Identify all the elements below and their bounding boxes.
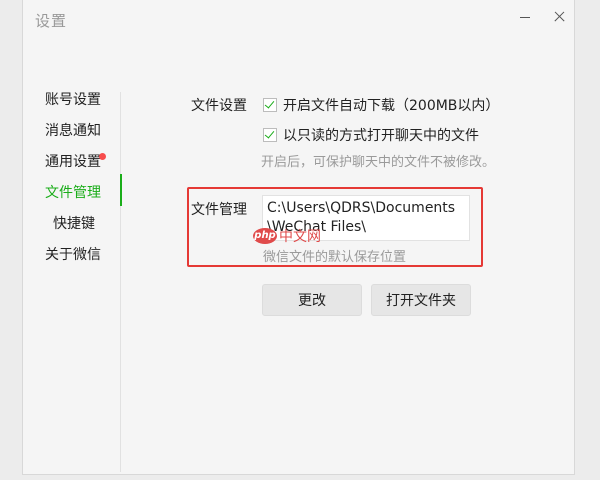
file-settings-label: 文件设置 — [191, 98, 247, 114]
auto-download-label: 开启文件自动下载（200MB以内） — [283, 98, 500, 114]
read-only-checkbox[interactable]: 以只读的方式打开聊天中的文件 — [263, 125, 479, 145]
sidebar-item-shortcuts[interactable]: 快捷键 — [23, 209, 121, 240]
save-path-hint: 微信文件的默认保存位置 — [263, 250, 407, 265]
open-folder-button[interactable]: 打开文件夹 — [371, 284, 471, 316]
sidebar-item-file-management[interactable]: 文件管理 — [23, 178, 121, 209]
sidebar-item-label: 消息通知 — [45, 123, 101, 139]
sidebar-item-general[interactable]: 通用设置 — [23, 147, 121, 178]
sidebar-item-label: 通用设置 — [45, 154, 101, 170]
read-only-label: 以只读的方式打开聊天中的文件 — [283, 128, 479, 144]
minimize-icon[interactable] — [512, 4, 538, 30]
notification-dot-icon — [99, 153, 106, 160]
sidebar-item-label: 账号设置 — [45, 92, 101, 108]
change-button[interactable]: 更改 — [262, 284, 362, 316]
settings-sidebar: 账号设置 消息通知 通用设置 文件管理 快捷键 关于微信 — [23, 85, 121, 271]
sidebar-item-about[interactable]: 关于微信 — [23, 240, 121, 271]
sidebar-item-label: 关于微信 — [45, 247, 101, 263]
active-indicator — [120, 174, 122, 206]
file-management-label: 文件管理 — [191, 202, 247, 218]
auto-download-checkbox[interactable]: 开启文件自动下载（200MB以内） — [263, 95, 499, 115]
checkbox-checked-icon[interactable] — [263, 98, 277, 112]
file-settings-hint: 开启后，可保护聊天中的文件不被修改。 — [261, 155, 496, 170]
sidebar-item-account[interactable]: 账号设置 — [23, 85, 121, 116]
sidebar-item-label: 快捷键 — [53, 216, 95, 232]
close-icon[interactable] — [546, 4, 572, 30]
sidebar-item-label: 文件管理 — [45, 185, 101, 201]
settings-window: 设置 账号设置 消息通知 通用设置 文件管理 快捷键 关于微信 文件设置 开启文… — [22, 0, 575, 475]
sidebar-item-notifications[interactable]: 消息通知 — [23, 116, 121, 147]
save-path-field[interactable]: C:\Users\QDRS\Documents\WeChat Files\ — [262, 195, 470, 241]
window-title: 设置 — [35, 12, 68, 30]
checkbox-checked-icon[interactable] — [263, 128, 277, 142]
sidebar-divider — [120, 92, 121, 472]
